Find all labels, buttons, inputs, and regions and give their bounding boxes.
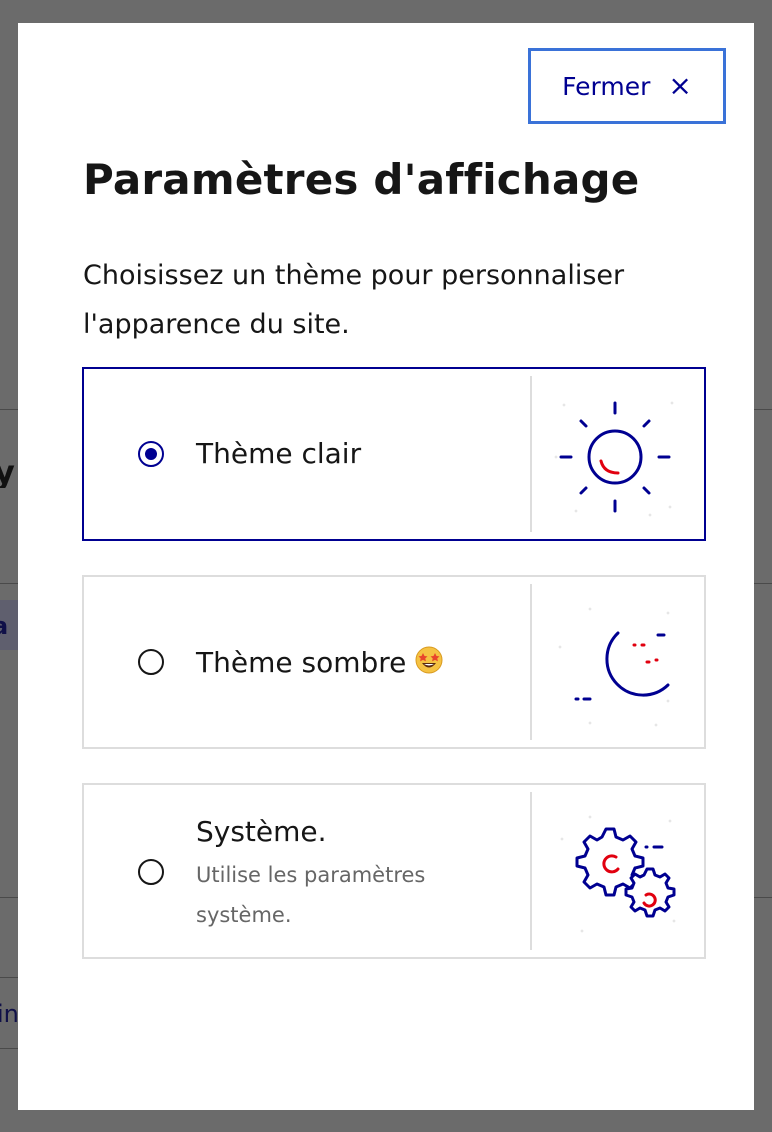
- option-divider: [530, 584, 532, 740]
- option-label: Thème clair: [196, 437, 362, 470]
- sun-icon: [554, 401, 674, 517]
- background-divider: [0, 409, 18, 410]
- display-settings-modal: Fermer × Paramètres d'affichage Choisiss…: [18, 23, 754, 1110]
- background-heading-fragment: y: [0, 456, 15, 488]
- option-divider: [530, 792, 532, 950]
- star-struck-emoji-icon: [415, 646, 443, 674]
- background-tab-fragment: a: [0, 600, 18, 650]
- modal-title: Paramètres d'affichage: [83, 155, 640, 204]
- background-divider: [0, 1048, 18, 1049]
- radio-system[interactable]: [138, 859, 164, 885]
- option-divider: [530, 376, 532, 532]
- option-hint: Utilise les paramètres système.: [196, 863, 426, 927]
- option-label: Système.: [196, 815, 327, 848]
- theme-option-light[interactable]: Thème clair: [82, 367, 706, 541]
- radio-dark[interactable]: [138, 649, 164, 675]
- option-label-text: Thème sombre: [196, 646, 407, 679]
- gears-icon: [560, 815, 676, 933]
- background-divider: [754, 583, 772, 584]
- close-button[interactable]: Fermer ×: [528, 48, 726, 124]
- background-link-fragment: in: [0, 1000, 18, 1028]
- radio-selected-dot: [145, 448, 157, 460]
- theme-option-dark[interactable]: Thème sombre: [82, 575, 706, 749]
- background-divider: [754, 897, 772, 898]
- modal-description: Choisissez un thème pour personnaliser l…: [83, 260, 625, 340]
- background-divider: [0, 897, 18, 898]
- radio-light[interactable]: [138, 441, 164, 467]
- option-label: Thème sombre: [196, 645, 444, 679]
- background-divider: [0, 977, 18, 978]
- theme-option-system[interactable]: Système. Utilise les paramètres système.: [82, 783, 706, 959]
- background-divider: [0, 583, 18, 584]
- close-icon: ×: [668, 69, 692, 102]
- moon-icon: [558, 607, 670, 727]
- close-button-label: Fermer: [562, 71, 651, 101]
- background-divider: [754, 409, 772, 410]
